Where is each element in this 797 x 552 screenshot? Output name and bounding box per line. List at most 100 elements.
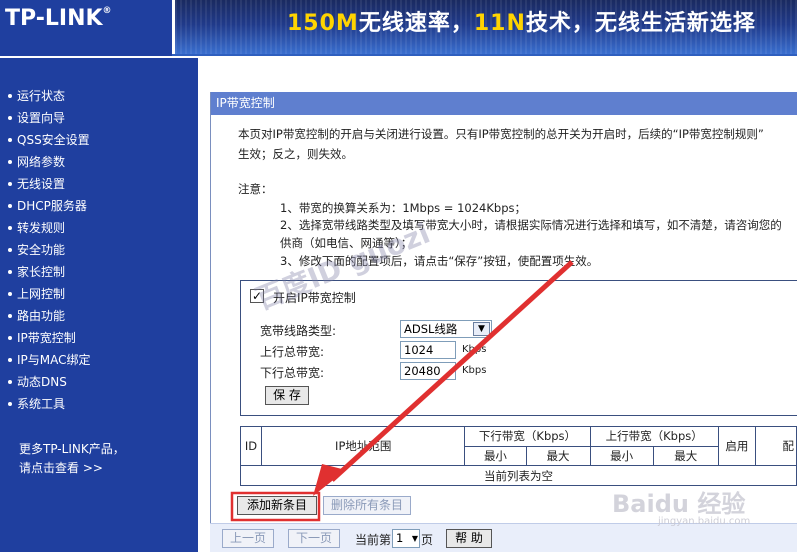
next-page-button[interactable]: 下一页 [288, 529, 340, 548]
sidebar-item-ddns[interactable]: 动态DNS [8, 372, 67, 392]
sidebar-item-label: 家长控制 [17, 265, 66, 279]
bullet-icon [8, 247, 12, 252]
sidebar-item-label: 转发规则 [17, 221, 66, 235]
bullet-icon [8, 335, 12, 340]
slogan-tech: 技术，无线生活新选择 [525, 11, 756, 36]
col-header-config: 配 [754, 425, 797, 467]
description-line1: 本页对IP带宽控制的开启与关闭进行设置。只有IP带宽控制的总开关为开启时，后续的… [238, 127, 764, 141]
upload-unit: Kbps [462, 344, 487, 355]
sidebar-item-status[interactable]: 运行状态 [8, 86, 65, 106]
bullet-icon [8, 159, 12, 164]
logo-text: TP-LINK [5, 6, 103, 31]
tp-link-logo: TP-LINK® [5, 6, 112, 31]
sidebar-item-access-control[interactable]: 上网控制 [8, 284, 65, 304]
delete-all-button[interactable]: 删除所有条目 [323, 496, 411, 515]
sidebar-item-label: 路由功能 [17, 309, 66, 323]
bandwidth-control-box: ✓ 开启IP带宽控制 宽带线路类型: ADSL线路 ▼ 上行总带宽: 1024 K… [240, 280, 797, 416]
download-bandwidth-input[interactable]: 20480 [400, 362, 456, 380]
current-page-label: 当前第 [355, 533, 392, 547]
col-header-id: ID [239, 425, 263, 467]
panel-title: IP带宽控制 [211, 92, 797, 115]
sidebar-item-network[interactable]: 网络参数 [8, 152, 65, 172]
col-header-enable: 启用 [717, 425, 756, 467]
page-suffix-label: 页 [421, 533, 434, 547]
sidebar-item-system-tools[interactable]: 系统工具 [8, 394, 65, 414]
bullet-icon [8, 291, 12, 296]
more-products-link[interactable]: 更多TP-LINK产品， 请点击查看 >> [19, 440, 125, 478]
bullet-icon [8, 357, 12, 362]
sidebar-item-label: 动态DNS [17, 375, 67, 389]
note-title: 注意： [238, 182, 273, 196]
sidebar-item-label: 网络参数 [17, 155, 66, 169]
col-header-up-min: 最小 [589, 445, 654, 467]
bullet-icon [8, 313, 12, 318]
more-products-line1: 更多TP-LINK产品， [19, 442, 125, 456]
baidu-logo-watermark: Baidu 经验 [612, 490, 746, 518]
sidebar-item-label: IP与MAC绑定 [17, 353, 91, 367]
banner: 150M无线速率，11N技术，无线生活新选择 [175, 0, 797, 54]
logo-registered-mark: ® [102, 6, 112, 16]
bandwidth-rules-table: ID IP地址范围 下行带宽（Kbps） 上行带宽（Kbps） 启用 配 最小 … [239, 425, 797, 486]
col-header-upload: 上行带宽（Kbps） [589, 426, 719, 447]
table-empty-message: 当前列表为空 [240, 465, 797, 486]
slogan-speed: 无线速率， [358, 11, 474, 36]
page-select-value: 1 [396, 531, 404, 545]
line-type-label: 宽带线路类型: [260, 324, 337, 338]
sidebar-item-qss[interactable]: QSS安全设置 [8, 130, 90, 150]
col-header-down-min: 最小 [464, 445, 527, 467]
upload-label: 上行总带宽: [260, 345, 325, 359]
sidebar-item-security[interactable]: 安全功能 [8, 240, 65, 260]
more-products-line2: 请点击查看 >> [19, 461, 103, 475]
bullet-icon [8, 269, 12, 274]
bullet-icon [8, 115, 12, 120]
bullet-icon [8, 203, 12, 208]
slogan-11n: 11N [473, 11, 526, 36]
col-header-ip-range: IP地址范围 [261, 425, 466, 467]
sidebar-item-routing[interactable]: 路由功能 [8, 306, 65, 326]
sidebar-item-label: DHCP服务器 [17, 199, 87, 213]
sidebar: 运行状态 设置向导 QSS安全设置 网络参数 无线设置 DHCP服务器 转发规则… [0, 58, 198, 552]
chevron-down-icon[interactable]: ▼ [412, 531, 418, 547]
bullet-icon [8, 93, 12, 98]
note-2a: 2、选择宽带线路类型及填写带宽大小时，请根据实际情况进行选择和填写，如不清楚，请… [280, 218, 782, 232]
logo-box: TP-LINK® [0, 0, 172, 56]
col-header-download: 下行带宽（Kbps） [464, 426, 591, 447]
sidebar-item-wizard[interactable]: 设置向导 [8, 108, 65, 128]
save-button[interactable]: 保 存 [265, 386, 309, 405]
sidebar-item-wireless[interactable]: 无线设置 [8, 174, 65, 194]
page-select[interactable]: 1 ▼ [392, 529, 420, 548]
sidebar-item-dhcp[interactable]: DHCP服务器 [8, 196, 87, 216]
bullet-icon [8, 137, 12, 142]
slogan-150m: 150M [287, 11, 359, 36]
col-header-down-max: 最大 [525, 445, 591, 467]
header: TP-LINK® 150M无线速率，11N技术，无线生活新选择 [0, 0, 797, 56]
banner-slogan: 150M无线速率，11N技术，无线生活新选择 [287, 5, 756, 37]
download-unit: Kbps [462, 365, 487, 376]
sidebar-item-bandwidth[interactable]: IP带宽控制 [8, 328, 76, 348]
sidebar-item-label: IP带宽控制 [17, 331, 76, 345]
bullet-icon [8, 181, 12, 186]
col-header-up-max: 最大 [652, 445, 719, 467]
sidebar-item-label: 安全功能 [17, 243, 66, 257]
sidebar-item-ip-mac[interactable]: IP与MAC绑定 [8, 350, 91, 370]
baidu-url-watermark: jingyan.baidu.com [658, 516, 751, 527]
help-button[interactable]: 帮 助 [446, 529, 492, 548]
line-type-select[interactable]: ADSL线路 ▼ [400, 320, 492, 338]
bullet-icon [8, 401, 12, 406]
chevron-down-icon[interactable]: ▼ [473, 322, 490, 336]
add-entry-button[interactable]: 添加新条目 [237, 496, 317, 515]
prev-page-button[interactable]: 上一页 [222, 529, 274, 548]
upload-bandwidth-input[interactable]: 1024 [400, 341, 456, 359]
sidebar-item-label: 上网控制 [17, 287, 66, 301]
description-line2: 生效；反之，则失效。 [238, 147, 353, 161]
bullet-icon [8, 379, 12, 384]
sidebar-item-label: 无线设置 [17, 177, 66, 191]
sidebar-item-label: 系统工具 [17, 397, 66, 411]
sidebar-item-parental[interactable]: 家长控制 [8, 262, 65, 282]
sidebar-item-label: 设置向导 [17, 111, 66, 125]
sidebar-item-forwarding[interactable]: 转发规则 [8, 218, 65, 238]
sidebar-item-label: 运行状态 [17, 89, 66, 103]
line-type-value: ADSL线路 [404, 322, 458, 336]
sidebar-item-label: QSS安全设置 [17, 133, 90, 147]
download-label: 下行总带宽: [260, 366, 325, 380]
